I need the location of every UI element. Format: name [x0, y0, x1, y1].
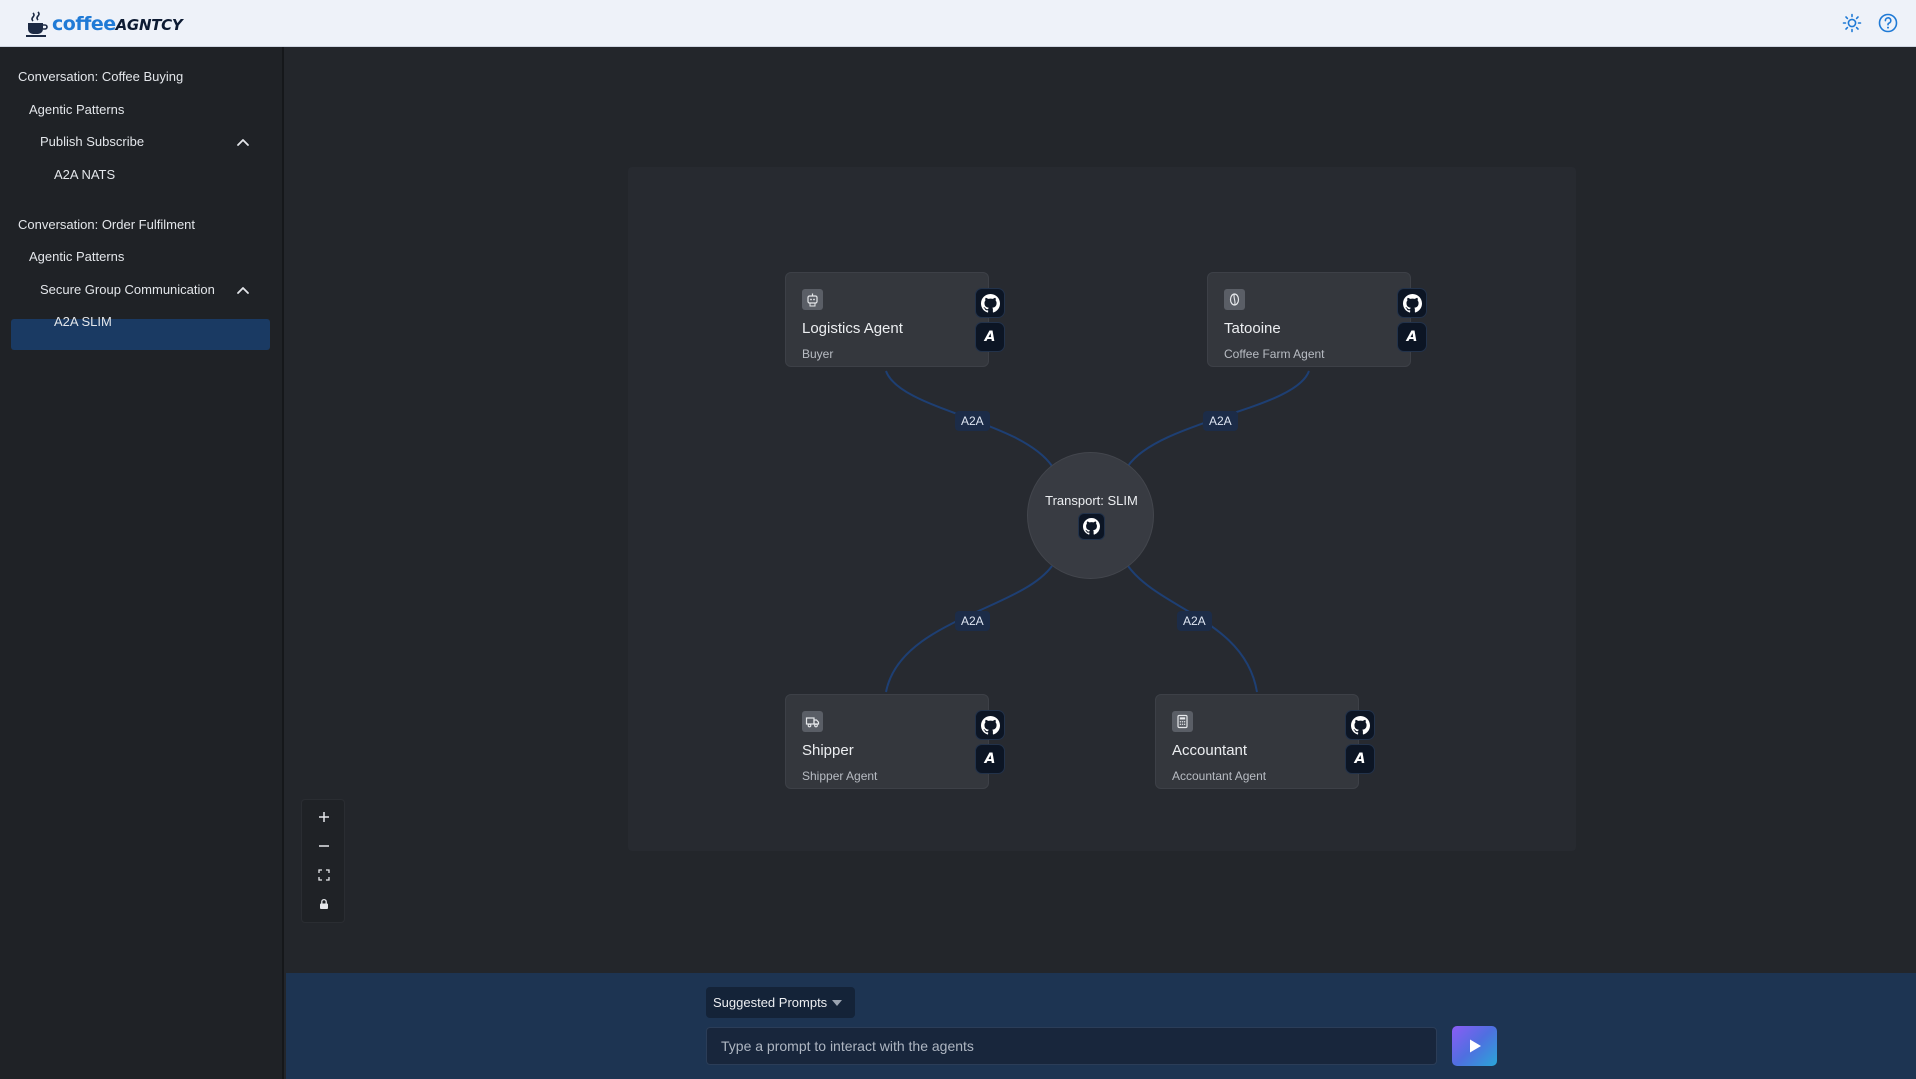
agntcy-badge[interactable]: A	[1397, 322, 1427, 352]
app-header: coffee AGNTCY	[0, 0, 1916, 47]
logo-text-primary: coffee	[52, 13, 116, 35]
github-icon	[1402, 293, 1422, 313]
help-circle-icon[interactable]	[1877, 12, 1899, 34]
sidebar-item-secure-group-communication[interactable]: Secure Group Communication	[40, 282, 215, 297]
github-badge[interactable]	[975, 710, 1005, 740]
truck-icon	[802, 711, 823, 732]
sidebar-item-conversation-coffee-buying[interactable]: Conversation: Coffee Buying	[18, 69, 183, 84]
github-badge[interactable]	[975, 288, 1005, 318]
edge-label-a2a: A2A	[955, 411, 990, 431]
agent-node-tatooine[interactable]: Tatooine Coffee Farm Agent	[1207, 272, 1411, 367]
suggested-prompts-label: Suggested Prompts	[713, 995, 828, 1010]
send-play-icon	[1469, 1039, 1481, 1053]
github-icon	[1350, 715, 1370, 735]
calculator-icon	[1172, 711, 1193, 732]
agent-title: Accountant	[1172, 742, 1248, 759]
sidebar-item-agentic-patterns[interactable]: Agentic Patterns	[29, 102, 124, 117]
agntcy-badge[interactable]: A	[975, 744, 1005, 774]
agent-subtitle: Coffee Farm Agent	[1224, 347, 1325, 361]
edge-label-a2a: A2A	[955, 611, 990, 631]
github-badge[interactable]	[1078, 513, 1105, 540]
zoom-in-button[interactable]	[302, 802, 346, 831]
agent-title: Shipper	[802, 742, 854, 759]
sun-icon[interactable]	[1841, 12, 1863, 34]
send-button[interactable]	[1452, 1026, 1497, 1066]
agent-node-logistics[interactable]: Logistics Agent Buyer	[785, 272, 989, 367]
github-badge[interactable]	[1397, 288, 1427, 318]
lock-button[interactable]	[302, 889, 346, 918]
agent-subtitle: Accountant Agent	[1172, 769, 1267, 783]
sidebar-item-a2a-slim[interactable]: A2A SLIM	[54, 314, 112, 329]
coffee-cup-icon	[26, 11, 48, 37]
caret-down-icon	[832, 1000, 842, 1006]
sidebar-item-publish-subscribe[interactable]: Publish Subscribe	[40, 134, 144, 149]
edge-label-a2a: A2A	[1203, 411, 1238, 431]
github-icon	[980, 715, 1000, 735]
robot-icon	[802, 289, 823, 310]
github-badge[interactable]	[1345, 710, 1375, 740]
sidebar-item-a2a-nats[interactable]: A2A NATS	[54, 167, 115, 182]
flow-controls	[301, 799, 345, 923]
agntcy-icon: A	[1406, 329, 1418, 345]
chevron-up-icon[interactable]	[236, 285, 250, 295]
sidebar-active-highlight	[11, 319, 270, 350]
transport-label: Transport: SLIM	[1045, 493, 1138, 508]
minus-icon	[319, 844, 329, 847]
edge-label-a2a: A2A	[1177, 611, 1212, 631]
agent-node-shipper[interactable]: Shipper Shipper Agent	[785, 694, 989, 789]
agent-title: Logistics Agent	[802, 320, 903, 337]
chevron-up-icon[interactable]	[236, 137, 250, 147]
agent-subtitle: Shipper Agent	[802, 769, 878, 783]
agent-subtitle: Buyer	[802, 347, 834, 361]
sidebar: Conversation: Coffee Buying Agentic Patt…	[0, 47, 284, 1079]
logo-text-secondary: AGNTCY	[115, 16, 183, 34]
sidebar-item-conversation-order-fulfilment[interactable]: Conversation: Order Fulfilment	[18, 217, 195, 232]
agntcy-icon: A	[984, 329, 996, 345]
app-logo[interactable]: coffee AGNTCY	[26, 9, 183, 39]
agntcy-badge[interactable]: A	[975, 322, 1005, 352]
agent-node-accountant[interactable]: Accountant Accountant Agent	[1155, 694, 1359, 789]
lock-icon	[320, 898, 328, 909]
github-icon	[980, 293, 1000, 313]
transport-node[interactable]: Transport: SLIM	[1027, 452, 1154, 579]
suggested-prompts-dropdown[interactable]: Suggested Prompts	[706, 987, 855, 1018]
github-icon	[1083, 518, 1100, 535]
prompt-input[interactable]	[706, 1027, 1437, 1065]
agntcy-icon: A	[984, 751, 996, 767]
agent-title: Tatooine	[1224, 320, 1281, 337]
coffee-bean-icon	[1224, 289, 1245, 310]
plus-icon	[319, 811, 329, 822]
fit-view-button[interactable]	[302, 860, 346, 889]
agntcy-icon: A	[1354, 751, 1366, 767]
sidebar-item-agentic-patterns-2[interactable]: Agentic Patterns	[29, 249, 124, 264]
agntcy-badge[interactable]: A	[1345, 744, 1375, 774]
zoom-out-button[interactable]	[302, 831, 346, 860]
fit-view-icon	[318, 868, 330, 881]
